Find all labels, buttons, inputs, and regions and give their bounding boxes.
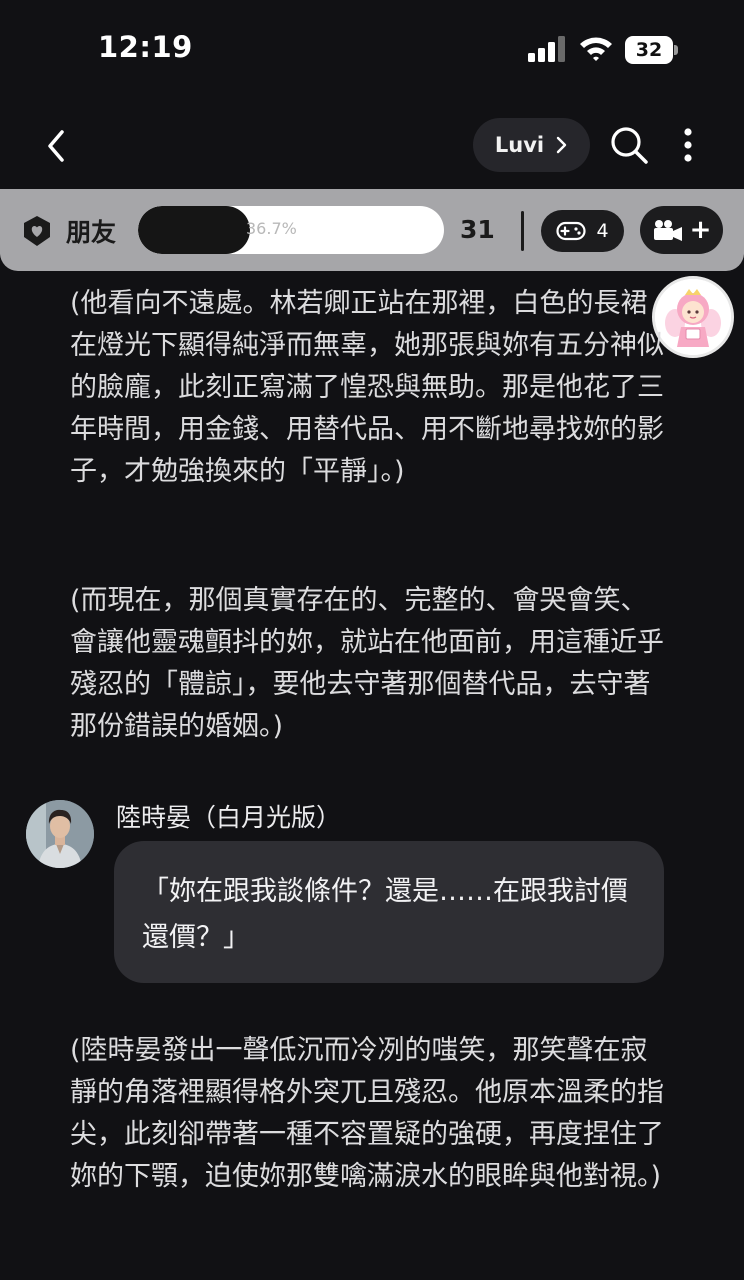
- message-bubble[interactable]: 「妳在跟我談條件？還是……在跟我討價還價？」: [114, 841, 664, 983]
- character-profile-button[interactable]: Luvi: [473, 118, 590, 172]
- chevron-left-icon[interactable]: [38, 124, 74, 168]
- battery-level: 32: [635, 39, 663, 61]
- affinity-count: 31: [460, 215, 495, 244]
- message-text: 「妳在跟我談條件？還是……在跟我討價還價？」: [142, 876, 628, 953]
- relationship-level: 朋友: [66, 218, 117, 247]
- chevron-right-icon: [556, 136, 567, 154]
- search-icon[interactable]: [608, 124, 650, 166]
- speaker-name: 陸時晏（白月光版）: [116, 803, 342, 832]
- character-name: Luvi: [494, 133, 545, 157]
- video-camera-icon: [653, 220, 682, 241]
- shield-heart-icon: [24, 216, 50, 246]
- relationship-bar: 朋友 36.7% 31 4 +: [0, 189, 744, 271]
- narration-text: (而現在，那個真實存在的、完整的、會哭會笑、會讓他靈魂顫抖的妳，就站在他面前，用…: [70, 585, 664, 742]
- video-call-button[interactable]: +: [640, 206, 723, 254]
- avatar[interactable]: [26, 800, 94, 868]
- add-icon: +: [689, 215, 712, 245]
- wifi-icon: [580, 37, 612, 61]
- narration-text: (陸時晏發出一聲低沉而冷冽的嗤笑，那笑聲在寂靜的角落裡顯得格外突兀且殘忍。他原本…: [70, 1035, 664, 1192]
- signal-icon: [528, 36, 565, 62]
- character-avatar-image: [26, 800, 94, 868]
- game-count: 4: [596, 220, 609, 242]
- more-vertical-icon[interactable]: [676, 124, 700, 168]
- gamepad-icon: [556, 221, 587, 241]
- divider: [521, 211, 524, 251]
- affinity-progress-fill: [138, 206, 251, 254]
- battery-icon: 32: [625, 36, 679, 64]
- narration-text: (他看向不遠處。林若卿正站在那裡，白色的長裙在燈光下顯得純淨而無辜，她那張與妳有…: [70, 288, 664, 487]
- game-button[interactable]: 4: [541, 210, 624, 252]
- affinity-progress-bar: 36.7%: [138, 206, 444, 254]
- status-bar: 12:19 32: [0, 0, 744, 100]
- status-time: 12:19: [98, 30, 193, 64]
- affinity-progress-text: 36.7%: [246, 219, 297, 238]
